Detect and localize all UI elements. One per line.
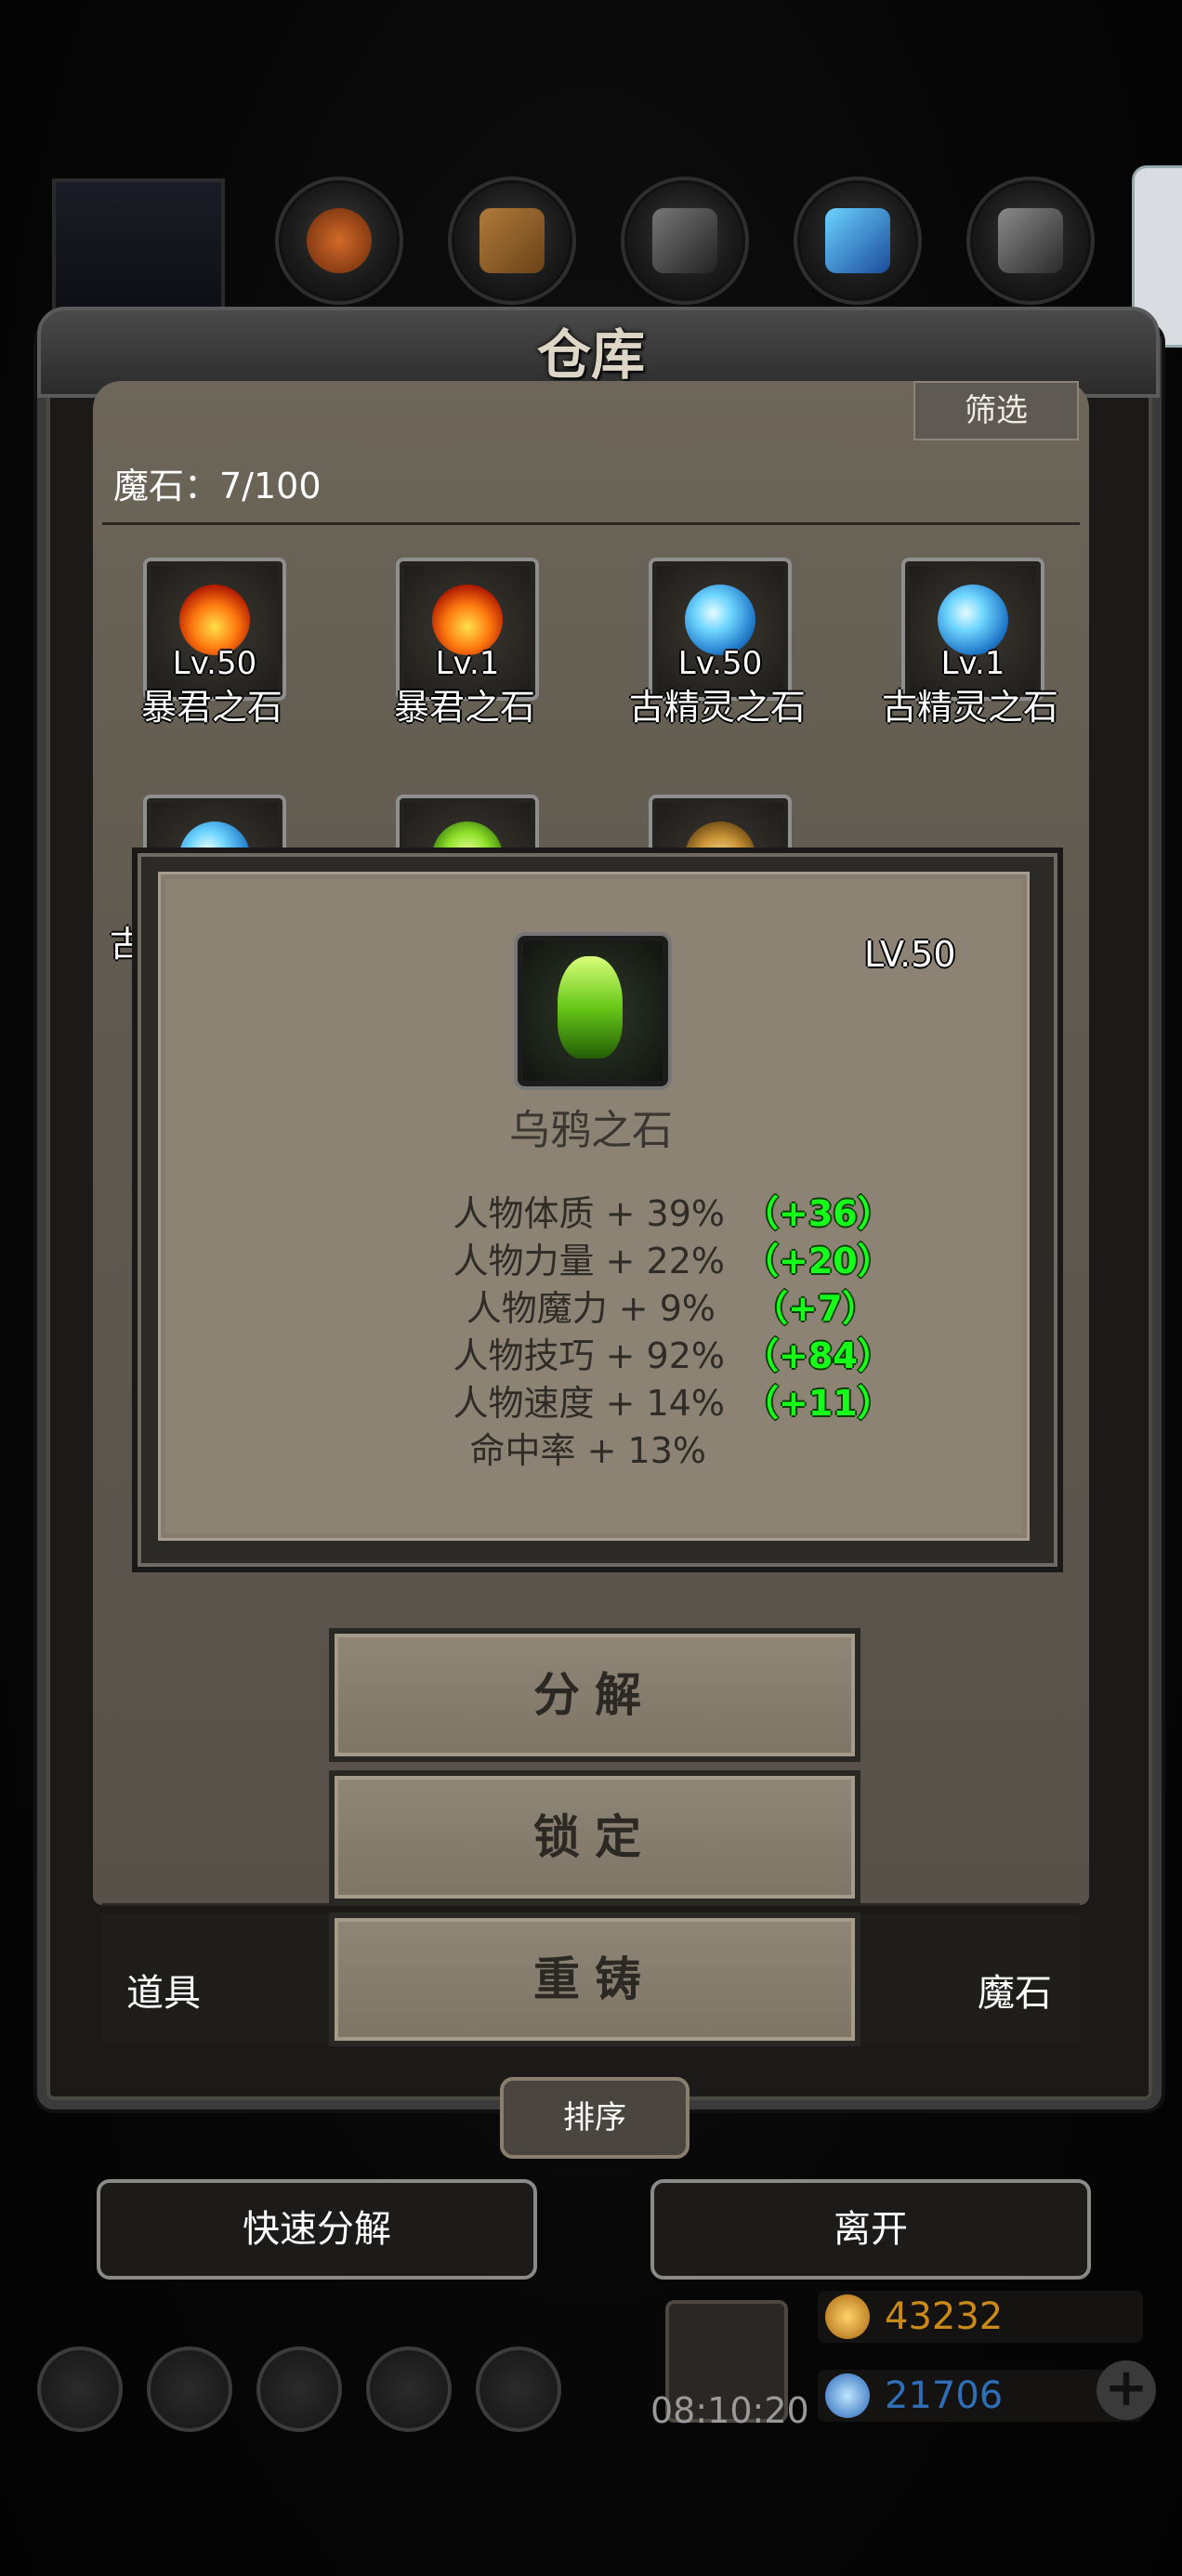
item-name: 暴君之石: [393, 687, 535, 728]
equip-slot-2[interactable]: [448, 177, 576, 305]
equip-slot-1[interactable]: [275, 177, 403, 305]
gem-amount: 21706: [885, 2374, 1004, 2417]
dark-armor-icon: [998, 208, 1063, 273]
add-currency-icon[interactable]: +: [1097, 2360, 1156, 2420]
stat-bonus: （+84）: [743, 1335, 893, 1376]
item-level: LV.50: [864, 934, 956, 975]
gift-timer: 08:10:20: [650, 2390, 809, 2431]
reforge-button[interactable]: 重铸: [329, 1912, 860, 2046]
iron-armor-icon: [652, 208, 717, 273]
wood-plank-icon: [479, 208, 545, 273]
stat-bonus: （+11）: [743, 1383, 893, 1424]
stat-label: 人物速度 + 14%: [453, 1383, 725, 1424]
item-name: 古精灵之石: [628, 687, 806, 728]
orange-gear-icon: [307, 208, 372, 273]
window-title: 仓库: [536, 323, 645, 387]
item-level: Lv.50: [677, 645, 763, 682]
leave-button[interactable]: 离开: [650, 2179, 1091, 2280]
lock-button[interactable]: 锁定: [329, 1770, 860, 1904]
item-level: Lv.1: [435, 645, 500, 682]
stat-bonus: （+36）: [743, 1193, 893, 1234]
equip-slot-5[interactable]: [966, 177, 1095, 305]
star-icon[interactable]: [147, 2346, 232, 2432]
item-level: Lv.50: [172, 645, 257, 682]
stat-label: 人物魔力 + 9%: [466, 1288, 716, 1329]
emblem-icon[interactable]: [256, 2346, 342, 2432]
settings-gear-icon[interactable]: [37, 2346, 123, 2432]
tab-items[interactable]: 道具: [126, 1963, 201, 2017]
stat-bonus: （+20）: [743, 1241, 893, 1281]
equip-slot-4[interactable]: [794, 177, 922, 305]
tab-stones[interactable]: 魔石: [978, 1963, 1052, 2017]
item-name: 暴君之石: [140, 687, 282, 728]
quick-decompose-button[interactable]: 快速分解: [97, 2179, 537, 2280]
sort-button[interactable]: 排序: [500, 2077, 690, 2159]
crow-stone-icon: [514, 932, 672, 1090]
stat-label: 命中率 + 13%: [469, 1430, 706, 1471]
stat-bonus: （+7）: [753, 1288, 878, 1329]
divider: [102, 522, 1080, 525]
item-name: 古精灵之石: [881, 687, 1058, 728]
gem-counter: 21706: [818, 2370, 1143, 2422]
stat-label: 人物体质 + 39%: [453, 1193, 725, 1234]
mail-icon[interactable]: [366, 2346, 452, 2432]
decompose-button[interactable]: 分解: [329, 1628, 860, 1762]
item-name: 乌鸦之石: [509, 1107, 673, 1154]
gold-coin-icon: [825, 2294, 870, 2339]
stat-label: 人物技巧 + 92%: [453, 1335, 725, 1376]
character-portrait[interactable]: [52, 178, 225, 325]
blue-gem-icon: [825, 2373, 870, 2418]
equip-slot-3[interactable]: [621, 177, 749, 305]
filter-button[interactable]: 筛选: [913, 381, 1079, 440]
map-icon[interactable]: [476, 2346, 561, 2432]
stone-count: 魔石：7/100: [113, 466, 322, 506]
item-level: Lv.1: [940, 645, 1005, 682]
blue-crystal-icon: [825, 208, 890, 273]
gold-counter: 43232: [818, 2291, 1143, 2343]
gold-amount: 43232: [885, 2295, 1004, 2338]
stat-label: 人物力量 + 22%: [453, 1241, 725, 1281]
